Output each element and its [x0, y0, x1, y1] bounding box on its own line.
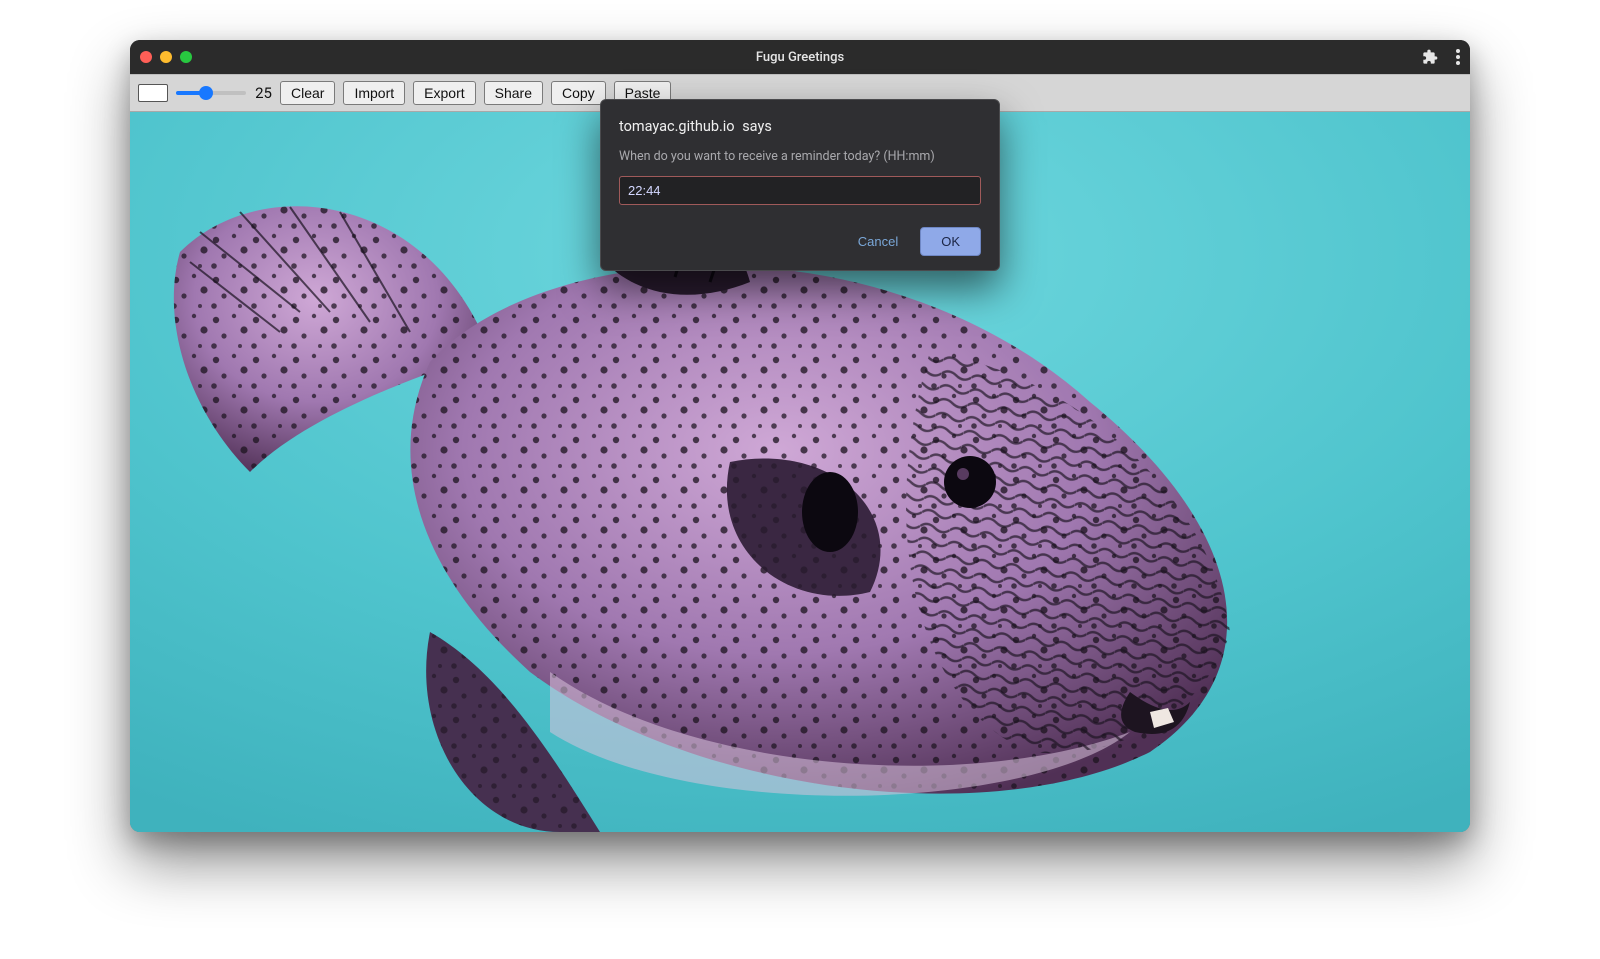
extensions-icon[interactable]	[1422, 49, 1438, 65]
kebab-menu-icon[interactable]	[1456, 49, 1460, 65]
color-swatch[interactable]	[138, 84, 168, 102]
brush-size-control: 25	[176, 84, 272, 102]
dialog-title: tomayac.github.io says	[619, 118, 981, 135]
dialog-origin: tomayac.github.io	[619, 118, 735, 135]
minimize-window-button[interactable]	[160, 51, 172, 63]
close-window-button[interactable]	[140, 51, 152, 63]
clear-button[interactable]: Clear	[280, 81, 335, 105]
share-button[interactable]: Share	[484, 81, 543, 105]
dialog-says-word: says	[742, 118, 772, 135]
copy-button[interactable]: Copy	[551, 81, 606, 105]
cancel-button[interactable]: Cancel	[854, 228, 902, 255]
brush-size-slider[interactable]	[176, 91, 246, 95]
window-titlebar: Fugu Greetings	[130, 40, 1470, 74]
export-button[interactable]: Export	[413, 81, 475, 105]
maximize-window-button[interactable]	[180, 51, 192, 63]
window-title: Fugu Greetings	[130, 50, 1470, 65]
ok-button[interactable]: OK	[920, 227, 981, 256]
brush-size-value: 25	[252, 84, 272, 102]
traffic-lights	[140, 51, 192, 63]
import-button[interactable]: Import	[343, 81, 405, 105]
dialog-message: When do you want to receive a reminder t…	[619, 149, 981, 164]
dialog-input[interactable]	[619, 176, 981, 205]
app-window: Fugu Greetings 25 Clear Import Export Sh…	[130, 40, 1470, 832]
js-prompt-dialog: tomayac.github.io says When do you want …	[600, 99, 1000, 271]
dialog-actions: Cancel OK	[619, 227, 981, 256]
